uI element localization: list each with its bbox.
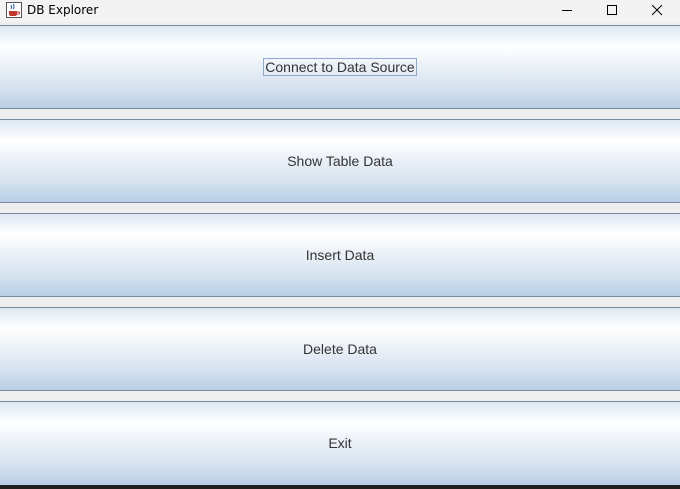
java-coffee-cup-icon[interactable]	[6, 2, 22, 18]
delete-data-button[interactable]: Delete Data	[0, 307, 680, 391]
title-bar[interactable]: DB Explorer	[0, 0, 680, 22]
connect-to-data-source-button[interactable]: Connect to Data Source	[0, 25, 680, 109]
insert-data-label: Insert Data	[305, 247, 375, 263]
window-title: DB Explorer	[27, 3, 99, 17]
taskbar-edge	[0, 485, 680, 489]
exit-label: Exit	[328, 435, 352, 451]
minimize-button[interactable]	[545, 0, 590, 22]
show-table-data-button[interactable]: Show Table Data	[0, 119, 680, 203]
close-icon	[652, 5, 663, 16]
close-button[interactable]	[635, 0, 680, 22]
delete-data-label: Delete Data	[303, 341, 377, 357]
app-window: DB Explorer Connect to Data Source Show …	[0, 0, 680, 489]
minimize-icon	[562, 10, 572, 11]
connect-button-label: Connect to Data Source	[263, 58, 417, 76]
insert-data-button[interactable]: Insert Data	[0, 213, 680, 297]
button-panel: Connect to Data Source Show Table Data I…	[0, 25, 680, 489]
exit-button[interactable]: Exit	[0, 401, 680, 486]
maximize-button[interactable]	[590, 0, 635, 22]
maximize-icon	[607, 5, 617, 15]
show-table-data-label: Show Table Data	[287, 153, 393, 169]
